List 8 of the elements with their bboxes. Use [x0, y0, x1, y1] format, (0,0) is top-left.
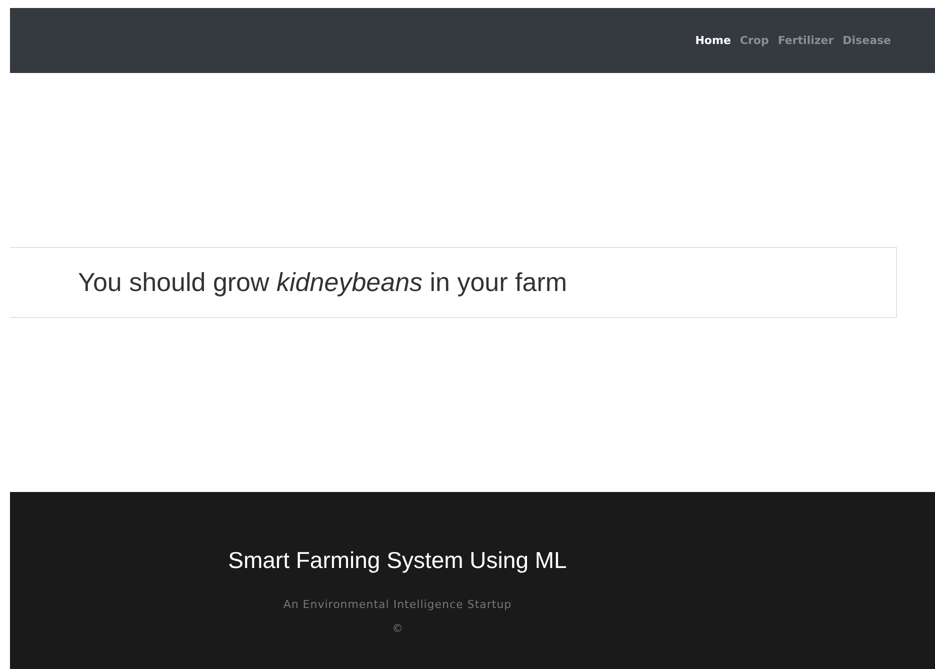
nav-link[interactable]: Fertilizer — [778, 34, 834, 47]
copyright-text: © — [392, 622, 403, 635]
footer-title: Smart Farming System Using ML — [228, 547, 567, 574]
nav-link[interactable]: Home — [695, 34, 731, 47]
nav-link[interactable]: Crop — [740, 34, 769, 47]
result-text: You should grow kidneybeans in your farm — [78, 267, 568, 298]
footer-tagline: An Environmental Intelligence Startup — [283, 598, 512, 611]
nav-link[interactable]: Disease — [842, 34, 891, 47]
